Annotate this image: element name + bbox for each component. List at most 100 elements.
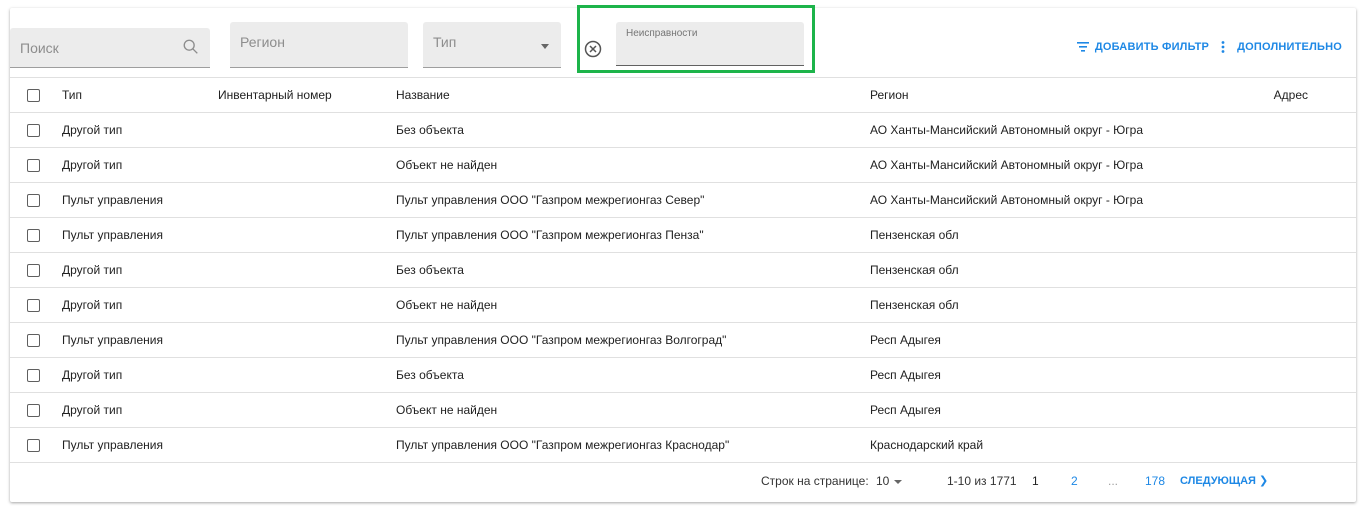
table-row[interactable]: Пульт управления Пульт управления ООО "Г… bbox=[10, 322, 1356, 358]
next-page-button[interactable]: СЛЕДУЮЩАЯ ❯ bbox=[1180, 474, 1268, 487]
cell-name: Пульт управления ООО "Газпром межрегионг… bbox=[396, 322, 870, 358]
page-2-button[interactable]: 2 bbox=[1071, 474, 1078, 488]
cell-address bbox=[1266, 182, 1356, 218]
cell-type: Пульт управления bbox=[62, 182, 218, 218]
cell-type: Другой тип bbox=[62, 112, 218, 148]
rows-per-page-label: Строк на странице: bbox=[761, 474, 869, 488]
cell-inventory bbox=[218, 217, 396, 253]
row-checkbox[interactable] bbox=[27, 158, 40, 172]
row-checkbox-cell bbox=[10, 287, 62, 323]
type-placeholder: Тип bbox=[433, 34, 457, 50]
cell-address bbox=[1266, 252, 1356, 288]
add-filter-button[interactable]: ДОБАВИТЬ ФИЛЬТР bbox=[1076, 41, 1210, 53]
cell-type: Другой тип bbox=[62, 287, 218, 323]
rows-per-page-arrow-icon[interactable] bbox=[894, 480, 902, 484]
more-button[interactable]: ДОПОЛНИТЕЛЬНО bbox=[1221, 41, 1342, 53]
table-header-row: Тип Инвентарный номер Название Регион Ад… bbox=[10, 77, 1356, 113]
row-checkbox[interactable] bbox=[27, 298, 40, 312]
page-range: 1-10 из 1771 bbox=[947, 474, 1017, 488]
cell-name: Без объекта bbox=[396, 357, 870, 393]
pagination-bar: Строк на странице: 10 1-10 из 1771 1 2 .… bbox=[10, 463, 1356, 499]
table-row[interactable]: Другой тип Объект не найден Респ Адыгея bbox=[10, 392, 1356, 428]
row-checkbox[interactable] bbox=[27, 403, 40, 417]
cell-region: АО Ханты-Мансийский Автономный округ - Ю… bbox=[870, 147, 1266, 183]
add-filter-label: ДОБАВИТЬ ФИЛЬТР bbox=[1094, 41, 1210, 53]
row-checkbox-cell bbox=[10, 147, 62, 183]
cell-inventory bbox=[218, 392, 396, 428]
region-filter-input[interactable]: Регион bbox=[230, 22, 408, 68]
cell-address bbox=[1266, 427, 1356, 463]
header-type[interactable]: Тип bbox=[62, 77, 218, 113]
table-row[interactable]: Пульт управления Пульт управления ООО "Г… bbox=[10, 217, 1356, 253]
row-checkbox[interactable] bbox=[27, 368, 40, 382]
cell-address bbox=[1266, 287, 1356, 323]
header-inventory[interactable]: Инвентарный номер bbox=[218, 77, 396, 113]
cell-inventory bbox=[218, 182, 396, 218]
header-name[interactable]: Название bbox=[396, 77, 870, 113]
table-row[interactable]: Другой тип Объект не найден АО Ханты-Ман… bbox=[10, 147, 1356, 183]
row-checkbox[interactable] bbox=[27, 123, 40, 137]
cell-inventory bbox=[218, 357, 396, 393]
search-placeholder: Поиск bbox=[20, 40, 59, 56]
cell-region: Респ Адыгея bbox=[870, 357, 1266, 393]
row-checkbox-cell bbox=[10, 252, 62, 288]
row-checkbox-cell bbox=[10, 392, 62, 428]
cell-type: Пульт управления bbox=[62, 217, 218, 253]
table-row[interactable]: Другой тип Без объекта Пензенская обл bbox=[10, 252, 1356, 288]
cell-type: Другой тип bbox=[62, 392, 218, 428]
cell-address bbox=[1266, 147, 1356, 183]
cell-name: Пульт управления ООО "Газпром межрегионг… bbox=[396, 182, 870, 218]
row-checkbox[interactable] bbox=[27, 438, 40, 452]
cell-type: Другой тип bbox=[62, 252, 218, 288]
row-checkbox[interactable] bbox=[27, 263, 40, 277]
objects-table: Тип Инвентарный номер Название Регион Ад… bbox=[10, 77, 1356, 463]
cell-address bbox=[1266, 112, 1356, 148]
cell-name: Без объекта bbox=[396, 112, 870, 148]
table-row[interactable]: Другой тип Объект не найден Пензенская о… bbox=[10, 287, 1356, 323]
header-address[interactable]: Адрес bbox=[1266, 77, 1356, 113]
cell-region: Пензенская обл bbox=[870, 217, 1266, 253]
faults-filter-input[interactable]: Неисправности bbox=[616, 22, 804, 66]
cell-address bbox=[1266, 357, 1356, 393]
cell-name: Пульт управления ООО "Газпром межрегионг… bbox=[396, 217, 870, 253]
dropdown-arrow-icon bbox=[541, 44, 549, 49]
header-region[interactable]: Регион bbox=[870, 77, 1266, 113]
cell-type: Другой тип bbox=[62, 147, 218, 183]
cell-region: АО Ханты-Мансийский Автономный округ - Ю… bbox=[870, 182, 1266, 218]
cell-inventory bbox=[218, 112, 396, 148]
row-checkbox[interactable] bbox=[27, 193, 40, 207]
table-row[interactable]: Другой тип Без объекта АО Ханты-Мансийск… bbox=[10, 112, 1356, 148]
search-input[interactable]: Поиск bbox=[10, 28, 210, 68]
cell-inventory bbox=[218, 322, 396, 358]
cell-region: Краснодарский край bbox=[870, 427, 1266, 463]
cell-name: Объект не найден bbox=[396, 147, 870, 183]
type-select[interactable]: Тип bbox=[423, 22, 561, 68]
cell-name: Объект не найден bbox=[396, 392, 870, 428]
row-checkbox-cell bbox=[10, 357, 62, 393]
row-checkbox-cell bbox=[10, 427, 62, 463]
table-row[interactable]: Пульт управления Пульт управления ООО "Г… bbox=[10, 427, 1356, 463]
table-row[interactable]: Другой тип Без объекта Респ Адыгея bbox=[10, 357, 1356, 393]
cell-type: Пульт управления bbox=[62, 427, 218, 463]
cell-address bbox=[1266, 322, 1356, 358]
cell-region: Респ Адыгея bbox=[870, 392, 1266, 428]
rows-per-page-select[interactable]: 10 bbox=[876, 474, 889, 488]
row-checkbox[interactable] bbox=[27, 333, 40, 347]
cell-inventory bbox=[218, 252, 396, 288]
page-last-button[interactable]: 178 bbox=[1145, 474, 1165, 488]
header-checkbox-cell bbox=[10, 77, 62, 113]
remove-filter-icon[interactable] bbox=[583, 39, 603, 59]
row-checkbox-cell bbox=[10, 322, 62, 358]
more-vert-icon bbox=[1221, 41, 1225, 53]
page-1-button[interactable]: 1 bbox=[1032, 474, 1039, 488]
filter-toolbar: Поиск Регион Тип Неисправности ДОБАВИТЬ … bbox=[10, 5, 1356, 76]
select-all-checkbox[interactable] bbox=[27, 88, 40, 102]
data-panel: Поиск Регион Тип Неисправности ДОБАВИТЬ … bbox=[10, 5, 1356, 502]
table-row[interactable]: Пульт управления Пульт управления ООО "Г… bbox=[10, 182, 1356, 218]
toolbar-actions: ДОБАВИТЬ ФИЛЬТР ДОПОЛНИТЕЛЬНО bbox=[1076, 41, 1342, 53]
row-checkbox-cell bbox=[10, 217, 62, 253]
faults-label: Неисправности bbox=[626, 28, 698, 39]
cell-name: Пульт управления ООО "Газпром межрегионг… bbox=[396, 427, 870, 463]
pagination-ellipsis: ... bbox=[1108, 474, 1119, 488]
row-checkbox[interactable] bbox=[27, 228, 40, 242]
